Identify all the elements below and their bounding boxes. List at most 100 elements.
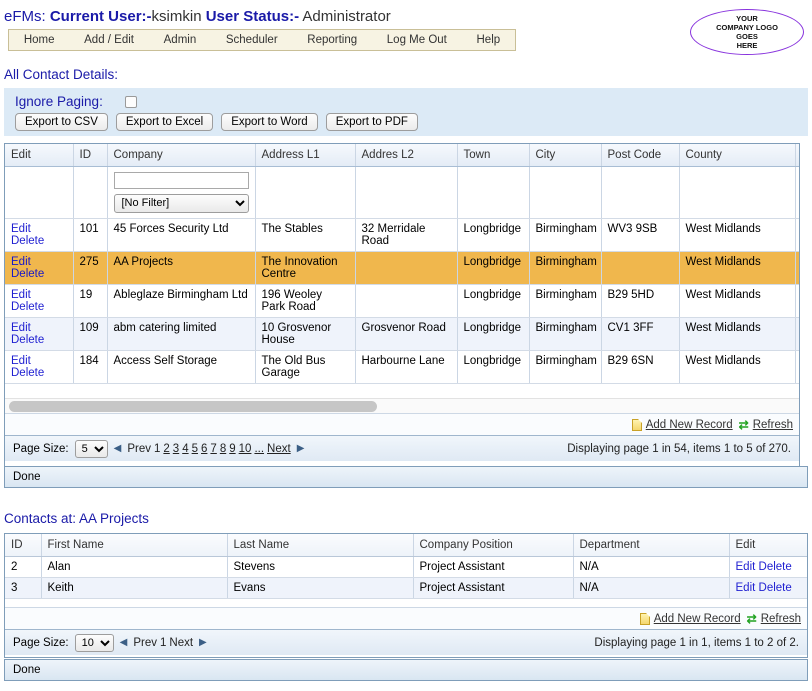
cell-company: Access Self Storage	[107, 350, 256, 384]
column-header-last-name[interactable]: Last Name	[227, 534, 414, 557]
table-row[interactable]: Edit Delete 109 abm catering limited 10 …	[5, 317, 799, 351]
edit-link[interactable]: Edit	[11, 223, 31, 235]
column-header-address-l1[interactable]: Address L1	[255, 144, 356, 167]
pager-next-link[interactable]: Next	[169, 637, 193, 649]
cell-company: AA Projects	[107, 251, 256, 285]
pager-next-link[interactable]: Next	[267, 443, 291, 455]
delete-link[interactable]: Delete	[11, 367, 44, 379]
cell-post-code: B29 6SN	[601, 350, 680, 384]
cell-address-l1: The Old Bus Garage	[255, 350, 356, 384]
column-header-city[interactable]: City	[529, 144, 602, 167]
page-size-select[interactable]: 10	[74, 633, 114, 652]
add-new-record-button[interactable]: Add New Record	[631, 418, 733, 431]
delete-link[interactable]: Delete	[759, 561, 792, 573]
edit-link[interactable]: Edit	[736, 561, 756, 573]
page-icon	[631, 418, 642, 431]
pager-page-3[interactable]: 3	[173, 443, 179, 455]
add-new-record-label[interactable]: Add New Record	[646, 419, 733, 431]
table-row[interactable]: 3 Keith Evans Project Assistant N/A Edit…	[5, 577, 807, 599]
row-actions: Edit Delete	[729, 556, 807, 578]
pager-page-6[interactable]: 6	[201, 443, 207, 455]
delete-link[interactable]: Delete	[11, 268, 44, 280]
pager-page-ellipsis[interactable]: ...	[254, 443, 264, 455]
company-filter-input[interactable]	[113, 171, 249, 189]
edit-link[interactable]: Edit	[11, 289, 31, 301]
add-new-record-button[interactable]: Add New Record	[639, 612, 741, 625]
cell-city: Birmingham	[529, 317, 602, 351]
column-header-company-position[interactable]: Company Position	[413, 534, 574, 557]
pager-page-7[interactable]: 7	[210, 443, 216, 455]
filter-cell-id	[73, 166, 108, 219]
column-header-contact-id[interactable]: ID	[5, 534, 42, 557]
ignore-paging-checkbox[interactable]	[124, 95, 137, 108]
cell-first-name: Keith	[41, 577, 228, 599]
column-header-county[interactable]: County	[679, 144, 796, 167]
pager-page-1[interactable]: 1	[154, 443, 160, 455]
column-header-edit[interactable]: Edit	[5, 144, 74, 167]
column-header-first-name[interactable]: First Name	[41, 534, 228, 557]
cell-country: U	[795, 350, 799, 384]
nav-item-admin[interactable]: Admin	[149, 34, 211, 46]
column-header-post-code[interactable]: Post Code	[601, 144, 680, 167]
column-header-address-l2[interactable]: Addres L2	[355, 144, 458, 167]
cell-county: West Midlands	[679, 218, 796, 252]
edit-link[interactable]: Edit	[11, 355, 31, 367]
table-row[interactable]: Edit Delete 19 Ableglaze Birmingham Ltd …	[5, 284, 799, 318]
edit-link[interactable]: Edit	[11, 256, 31, 268]
next-arrow-icon[interactable]: ▶	[297, 443, 305, 454]
column-header-contact-edit[interactable]: Edit	[729, 534, 807, 557]
next-arrow-icon[interactable]: ▶	[199, 637, 207, 648]
delete-link[interactable]: Delete	[11, 334, 44, 346]
pager-prev-link[interactable]: Prev	[133, 637, 157, 649]
page-size-select[interactable]: 5	[74, 439, 108, 458]
edit-link[interactable]: Edit	[736, 582, 756, 594]
pager-page-4[interactable]: 4	[182, 443, 188, 455]
refresh-button[interactable]: ⇄ Refresh	[747, 613, 801, 625]
delete-link[interactable]: Delete	[11, 235, 44, 247]
cell-address-l2	[355, 251, 458, 285]
prev-arrow-icon[interactable]: ◀	[120, 637, 128, 648]
column-header-id[interactable]: ID	[73, 144, 108, 167]
refresh-label[interactable]: Refresh	[761, 613, 801, 625]
column-header-department[interactable]: Department	[573, 534, 730, 557]
pager-page-9[interactable]: 9	[229, 443, 235, 455]
refresh-label[interactable]: Refresh	[753, 419, 793, 431]
pager-page-current[interactable]: Prev	[127, 443, 151, 455]
edit-link[interactable]: Edit	[11, 322, 31, 334]
nav-item-reporting[interactable]: Reporting	[292, 34, 372, 46]
nav-item-scheduler[interactable]: Scheduler	[211, 34, 292, 46]
export-excel-button[interactable]: Export to Excel	[115, 113, 214, 131]
user-status-label: User Status:-	[205, 8, 300, 25]
column-header-town[interactable]: Town	[457, 144, 530, 167]
scrollbar-thumb[interactable]	[9, 401, 377, 412]
delete-link[interactable]: Delete	[11, 301, 44, 313]
company-filter-select[interactable]: [No Filter]	[113, 193, 249, 213]
pager-page-1[interactable]: 1	[160, 637, 166, 649]
filter-cell-city	[529, 166, 602, 219]
refresh-button[interactable]: ⇄ Refresh	[739, 419, 793, 431]
table-row[interactable]: Edit Delete 101 45 Forces Security Ltd T…	[5, 218, 799, 252]
table-row[interactable]: Edit Delete 275 AA Projects The Innovati…	[5, 251, 799, 285]
cell-post-code: CV1 3FF	[601, 317, 680, 351]
column-header-country[interactable]: C	[795, 144, 799, 167]
delete-link[interactable]: Delete	[759, 582, 792, 594]
pager-page-10[interactable]: 10	[239, 443, 252, 455]
table-row[interactable]: 2 Alan Stevens Project Assistant N/A Edi…	[5, 556, 807, 578]
nav-item-home[interactable]: Home	[9, 34, 69, 46]
all-contact-details-title: All Contact Details:	[4, 67, 119, 82]
ignore-paging-label: Ignore Paging:	[15, 94, 103, 109]
nav-item-log-me-out[interactable]: Log Me Out	[372, 34, 462, 46]
add-new-record-label[interactable]: Add New Record	[654, 613, 741, 625]
pager-page-2[interactable]: 2	[163, 443, 169, 455]
pager-page-8[interactable]: 8	[220, 443, 226, 455]
contacts-grid-horizontal-scrollbar[interactable]	[5, 398, 799, 413]
column-header-company[interactable]: Company	[107, 144, 256, 167]
pager-page-5[interactable]: 5	[192, 443, 198, 455]
nav-item-add-edit[interactable]: Add / Edit	[69, 34, 149, 46]
export-csv-button[interactable]: Export to CSV	[15, 113, 108, 131]
table-row[interactable]: Edit Delete 184 Access Self Storage The …	[5, 350, 799, 384]
export-word-button[interactable]: Export to Word	[221, 113, 318, 131]
export-pdf-button[interactable]: Export to PDF	[325, 113, 418, 131]
prev-arrow-icon[interactable]: ◀	[114, 443, 122, 454]
nav-item-help[interactable]: Help	[462, 34, 515, 46]
